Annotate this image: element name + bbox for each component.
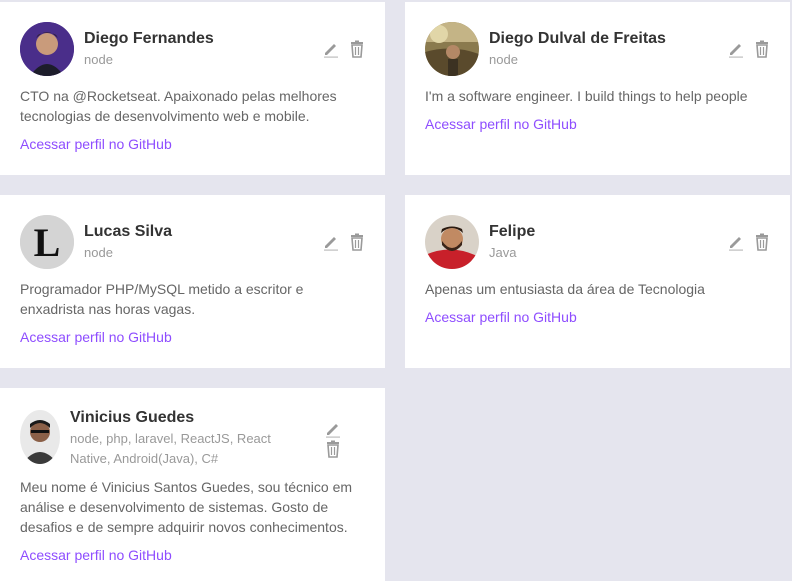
dev-techs: node	[84, 51, 113, 67]
dev-name: Vinicius Guedes	[70, 409, 195, 426]
pencil-icon[interactable]	[323, 233, 339, 251]
pencil-icon[interactable]	[323, 40, 339, 58]
trash-icon[interactable]	[754, 40, 770, 58]
dev-bio: I'm a software engineer. I build things …	[425, 88, 748, 104]
dev-card: Diego Fernandes node CTO na @Rocketseat.…	[0, 2, 385, 175]
trash-icon[interactable]	[754, 233, 770, 251]
dev-card: Diego Dulval de Freitas node I'm a softw…	[405, 2, 790, 175]
avatar	[425, 215, 479, 269]
dev-name: Diego Fernandes	[84, 29, 214, 47]
github-profile-link[interactable]: Acessar perfil no GitHub	[425, 309, 577, 325]
trash-icon[interactable]	[325, 440, 341, 458]
avatar: L	[20, 215, 74, 269]
avatar	[425, 22, 479, 76]
svg-text:L: L	[34, 220, 61, 265]
dev-name: Felipe	[489, 222, 536, 240]
dev-bio: Programador PHP/MySQL metido a escritor …	[20, 281, 304, 317]
github-profile-link[interactable]: Acessar perfil no GitHub	[425, 116, 577, 132]
github-profile-link[interactable]: Acessar perfil no GitHub	[20, 329, 172, 345]
dev-card: L Lucas Silva node Programador PHP/MySQL…	[0, 195, 385, 368]
pencil-icon[interactable]	[728, 233, 744, 251]
avatar	[20, 410, 60, 464]
dev-techs: Java	[489, 244, 517, 260]
dev-bio: Meu nome é Vinicius Santos Guedes, sou t…	[20, 479, 353, 535]
trash-icon[interactable]	[349, 233, 365, 251]
trash-icon[interactable]	[349, 40, 365, 58]
dev-techs: node	[489, 51, 518, 67]
github-profile-link[interactable]: Acessar perfil no GitHub	[20, 547, 172, 563]
dev-techs: node	[84, 244, 113, 260]
avatar	[20, 22, 74, 76]
dev-card: Felipe Java Apenas um entusiasta da área…	[405, 195, 790, 368]
dev-bio: Apenas um entusiasta da área de Tecnolog…	[425, 281, 705, 297]
pencil-icon[interactable]	[728, 40, 744, 58]
dev-bio: CTO na @Rocketseat. Apaixonado pelas mel…	[20, 88, 337, 124]
dev-card: Vinicius Guedes node, php, laravel, Reac…	[0, 388, 385, 581]
github-profile-link[interactable]: Acessar perfil no GitHub	[20, 136, 172, 152]
dev-techs: node, php, laravel, ReactJS, React Nativ…	[70, 431, 271, 466]
dev-name: Diego Dulval de Freitas	[489, 29, 666, 47]
pencil-icon[interactable]	[325, 420, 341, 438]
dev-name: Lucas Silva	[84, 222, 173, 240]
